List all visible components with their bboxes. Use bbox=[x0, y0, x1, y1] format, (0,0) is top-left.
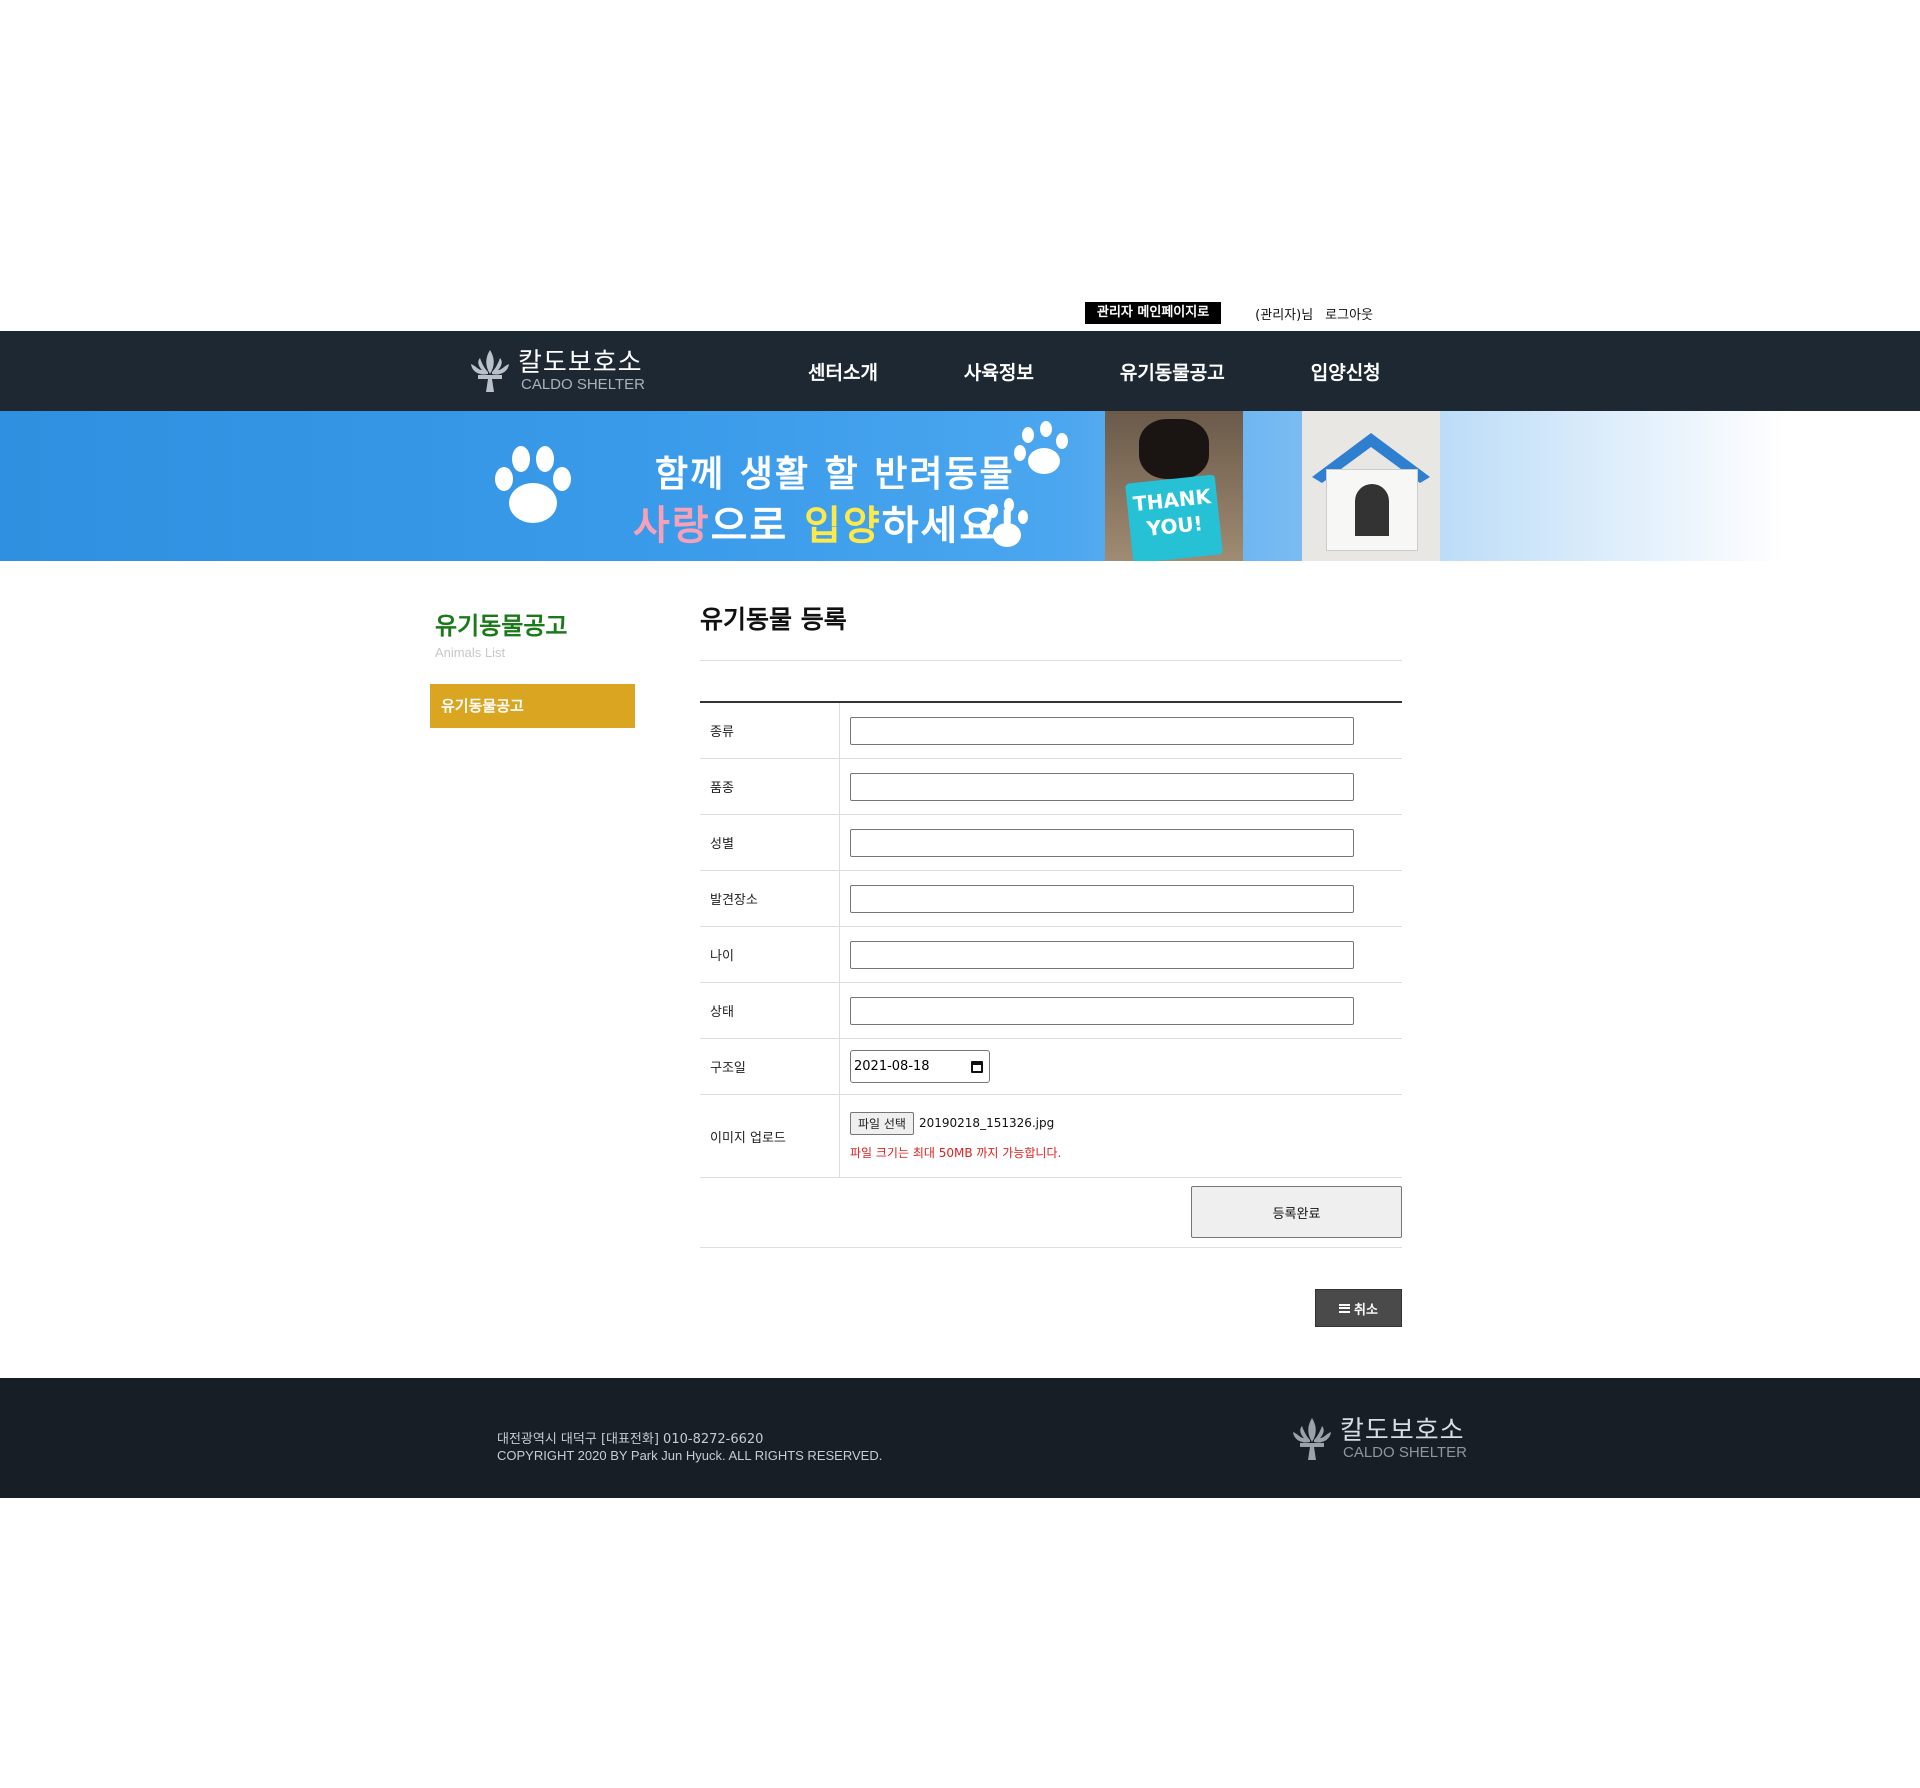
choose-file-button[interactable]: 파일 선택 bbox=[850, 1111, 914, 1135]
paw-print-icon bbox=[1014, 421, 1068, 474]
type-input[interactable] bbox=[850, 716, 1354, 745]
submit-row: 등록완료 bbox=[700, 1177, 1402, 1248]
page-title: 유기동물 등록 bbox=[700, 605, 847, 634]
field-label: 구조일 bbox=[700, 1039, 840, 1094]
banner-headline-2: 사랑으로 입양하세요! bbox=[633, 503, 1019, 549]
title-divider bbox=[700, 660, 1402, 661]
footer: 대전광역시 대덕구 [대표전화] 010-8272-6620 COPYRIGHT… bbox=[0, 1378, 1920, 1498]
form-row-gender: 성별 bbox=[700, 815, 1402, 871]
fleur-de-lis-icon bbox=[1293, 1418, 1331, 1460]
footer-logo-name-kr: 칼도보호소 bbox=[1340, 1416, 1465, 1446]
fleur-de-lis-icon bbox=[471, 350, 509, 392]
sidebar-item-abandoned-animals[interactable]: 유기동물공고 bbox=[430, 684, 635, 728]
dog-thank-you-photo: THANK YOU! bbox=[1105, 411, 1243, 561]
footer-logo-name-en: CALDO SHELTER bbox=[1343, 1444, 1467, 1461]
nav-item-adoption-request[interactable]: 입양신청 bbox=[1311, 358, 1381, 385]
rescue-date-input[interactable]: 2021-08-18 bbox=[850, 1050, 990, 1083]
selected-file-name: 20190218_151326.jpg bbox=[918, 1116, 1055, 1130]
banner-headline-1: 함께 생활 할 반려동물 bbox=[655, 454, 1015, 495]
logo-name-kr: 칼도보호소 bbox=[518, 348, 643, 378]
gender-input[interactable] bbox=[850, 828, 1354, 857]
paw-print-icon bbox=[980, 498, 1028, 547]
breed-input[interactable] bbox=[850, 772, 1354, 801]
field-label: 품종 bbox=[700, 759, 840, 814]
list-icon bbox=[1339, 1303, 1351, 1313]
form-row-status: 상태 bbox=[700, 983, 1402, 1039]
status-input[interactable] bbox=[850, 996, 1354, 1025]
file-size-note: 파일 크기는 최대 50MB 까지 가능합니다. bbox=[850, 1145, 1062, 1160]
form-row-rescue-date: 구조일 2021-08-18 bbox=[700, 1039, 1402, 1095]
footer-logo: 칼도보호소 CALDO SHELTER bbox=[1290, 1416, 1467, 1462]
field-label: 종류 bbox=[700, 703, 840, 758]
form-row-found-location: 발견장소 bbox=[700, 871, 1402, 927]
registration-form: 종류 품종 성별 발견장소 나이 상태 구조일 2021-08-18 이미지 업… bbox=[700, 701, 1402, 1178]
found-location-input[interactable] bbox=[850, 884, 1354, 913]
nav-item-breeding-info[interactable]: 사육정보 bbox=[964, 358, 1034, 385]
calendar-icon[interactable] bbox=[971, 1060, 983, 1073]
hero-banner: 함께 생활 할 반려동물 사랑으로 입양하세요! THANK YOU! bbox=[0, 411, 1920, 561]
site-logo[interactable]: 칼도보호소 CALDO SHELTER bbox=[468, 331, 645, 411]
cancel-button[interactable]: 취소 bbox=[1315, 1289, 1402, 1327]
rescue-date-value: 2021-08-18 bbox=[854, 1059, 930, 1074]
user-greeting: (관리자)님 bbox=[1255, 307, 1314, 323]
field-label: 성별 bbox=[700, 815, 840, 870]
sidebar-subtitle: Animals List bbox=[435, 645, 506, 660]
submit-button[interactable]: 등록완료 bbox=[1191, 1186, 1402, 1238]
dog-house-photo bbox=[1302, 411, 1440, 561]
sidebar-title: 유기동물공고 bbox=[435, 612, 568, 640]
field-label: 상태 bbox=[700, 983, 840, 1038]
admin-main-page-button[interactable]: 관리자 메인페이지로 bbox=[1085, 302, 1222, 324]
field-label: 나이 bbox=[700, 927, 840, 982]
age-input[interactable] bbox=[850, 940, 1354, 969]
field-label: 발견장소 bbox=[700, 871, 840, 926]
top-utility-bar: 관리자 메인페이지로 (관리자)님 로그아웃 bbox=[1085, 302, 1373, 324]
nav-item-center-intro[interactable]: 센터소개 bbox=[808, 358, 878, 385]
nav-item-abandoned-animals[interactable]: 유기동물공고 bbox=[1120, 358, 1225, 385]
form-row-image-upload: 이미지 업로드 파일 선택 20190218_151326.jpg 파일 크기는… bbox=[700, 1095, 1402, 1178]
form-row-breed: 품종 bbox=[700, 759, 1402, 815]
logo-name-en: CALDO SHELTER bbox=[521, 376, 645, 393]
form-row-type: 종류 bbox=[700, 703, 1402, 759]
field-label: 이미지 업로드 bbox=[700, 1095, 840, 1177]
footer-address: 대전광역시 대덕구 [대표전화] 010-8272-6620 bbox=[497, 1432, 764, 1447]
logout-link[interactable]: 로그아웃 bbox=[1325, 304, 1373, 323]
main-nav: 칼도보호소 CALDO SHELTER 센터소개 사육정보 유기동물공고 입양신… bbox=[0, 331, 1920, 411]
form-row-age: 나이 bbox=[700, 927, 1402, 983]
paw-icon bbox=[495, 446, 571, 523]
cancel-label: 취소 bbox=[1354, 1302, 1378, 1318]
nav-menu: 센터소개 사육정보 유기동물공고 입양신청 bbox=[780, 331, 1409, 411]
footer-copyright: COPYRIGHT 2020 BY Park Jun Hyuck. ALL RI… bbox=[497, 1448, 883, 1463]
